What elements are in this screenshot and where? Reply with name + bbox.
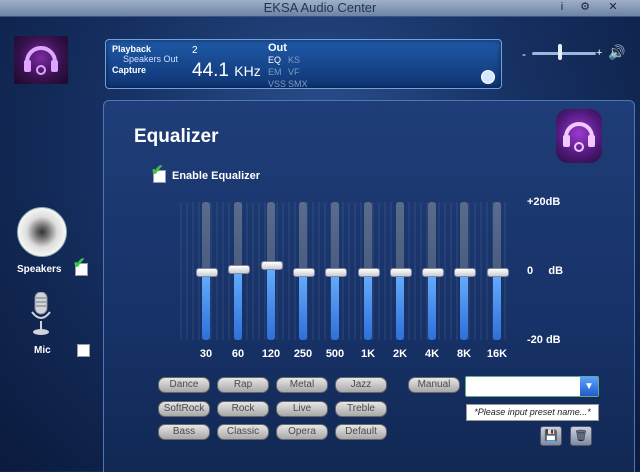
trash-icon[interactable]: 🗑 [570, 426, 592, 446]
eq-slider-knob[interactable] [325, 268, 347, 277]
eq-band-fill [202, 271, 210, 340]
eq-freq-label: 30 [199, 348, 213, 360]
eq-band-fill [493, 271, 501, 340]
speaker-icon[interactable]: 🔊 [608, 44, 625, 61]
window-title: EKSA Audio Center [263, 0, 377, 15]
refresh-icon[interactable] [481, 70, 495, 84]
out-label: Out [268, 42, 287, 54]
eq-band-fill [396, 271, 404, 340]
eq-freq-label: 2K [392, 348, 408, 360]
headset-logo-icon [556, 109, 602, 163]
eq-slider-knob[interactable] [261, 261, 283, 271]
preset-button-rock[interactable]: Rock [217, 401, 269, 417]
sample-rate-unit: KHz [234, 63, 261, 79]
chevron-down-icon[interactable]: ▼ [580, 377, 598, 396]
eq-freq-label: 60 [231, 348, 245, 360]
fx-vf: VF [288, 67, 300, 77]
eq-freq-label: 1K [360, 348, 376, 360]
preset-select[interactable]: ▼ [465, 376, 599, 397]
eq-band-fill [460, 271, 468, 340]
fx-eq: EQ [268, 55, 282, 65]
mic-label: Mic [34, 345, 51, 356]
eq-freq-label: 8K [456, 348, 472, 360]
fx-em: EM [268, 67, 282, 77]
eq-band-fill [428, 271, 436, 340]
preset-button-rap[interactable]: Rap [217, 377, 269, 393]
db-mid-label: 0 dB [527, 265, 564, 277]
eq-freq-label: 120 [261, 348, 281, 360]
preset-button-jazz[interactable]: Jazz [335, 377, 387, 393]
eq-slider-knob[interactable] [228, 264, 250, 274]
device-label: Speakers Out [122, 54, 178, 64]
headset-logo-icon [14, 36, 68, 84]
check-icon: ✔ [73, 255, 86, 272]
playback-label: Playback [112, 44, 152, 54]
settings-icon[interactable]: ⚙ [574, 0, 596, 14]
preset-name-input[interactable]: *Please input preset name...* [466, 404, 599, 421]
check-icon: ✔ [151, 162, 164, 179]
preset-button-opera[interactable]: Opera [276, 424, 328, 440]
eq-slider-knob[interactable] [487, 268, 509, 277]
eq-freq-label: 4K [424, 348, 440, 360]
speakers-label: Speakers [17, 264, 62, 275]
preset-button-metal[interactable]: Metal [276, 377, 328, 393]
eq-band-fill [331, 271, 339, 340]
eq-slider-knob[interactable] [454, 268, 476, 277]
title-bar: EKSA Audio Center i ⚙ ✕ [0, 0, 640, 17]
save-icon[interactable]: 💾 [540, 426, 562, 446]
preset-button-dance[interactable]: Dance [158, 377, 210, 393]
eq-band-fill [234, 267, 242, 340]
page-title: Equalizer [134, 126, 219, 147]
fx-smx: SMX [288, 79, 308, 89]
eq-slider-knob[interactable] [358, 268, 380, 277]
eq-band-fill [364, 271, 372, 340]
fx-ks: KS [288, 55, 301, 65]
preset-button-classic[interactable]: Classic [217, 424, 269, 440]
speakers-icon[interactable] [17, 207, 67, 257]
eq-slider-knob[interactable] [196, 268, 218, 277]
eq-slider-knob[interactable] [293, 268, 315, 277]
eq-freq-label: 500 [325, 348, 345, 360]
eq-slider-knob[interactable] [390, 268, 412, 277]
capture-label: Capture [112, 65, 147, 75]
volume-slider[interactable] [532, 52, 596, 55]
preset-button-softrock[interactable]: SoftRock [158, 401, 210, 417]
channel-count: 2 [192, 45, 198, 56]
enable-equalizer-label: Enable Equalizer [172, 170, 261, 182]
eq-band-fill [267, 264, 275, 340]
close-icon[interactable]: ✕ [602, 0, 624, 14]
eq-freq-label: 250 [293, 348, 313, 360]
preset-button-bass[interactable]: Bass [158, 424, 210, 440]
info-icon[interactable]: i [551, 0, 573, 14]
preset-button-live[interactable]: Live [276, 401, 328, 417]
db-top-label: +20dB [527, 196, 561, 208]
volume-minus[interactable]: - [522, 47, 526, 61]
eq-band-fill [299, 271, 307, 340]
eq-freq-label: 16K [486, 348, 508, 360]
db-bottom-label: -20 dB [527, 334, 561, 346]
sample-rate-value: 44.1 [192, 60, 229, 81]
eq-slider-knob[interactable] [422, 268, 444, 277]
manual-button[interactable]: Manual [408, 377, 460, 393]
volume-plus[interactable]: + [596, 47, 602, 59]
preset-button-treble[interactable]: Treble [335, 401, 387, 417]
status-display: Playback Speakers Out Capture 2 44.1 KHz… [105, 39, 502, 89]
sample-rate: 44.1 KHz [192, 60, 261, 82]
preset-button-default[interactable]: Default [335, 424, 387, 440]
microphone-icon[interactable] [30, 291, 52, 336]
mic-checkbox[interactable] [77, 344, 90, 357]
fx-vss: VSS [268, 79, 287, 89]
volume-slider-knob[interactable] [558, 44, 562, 60]
